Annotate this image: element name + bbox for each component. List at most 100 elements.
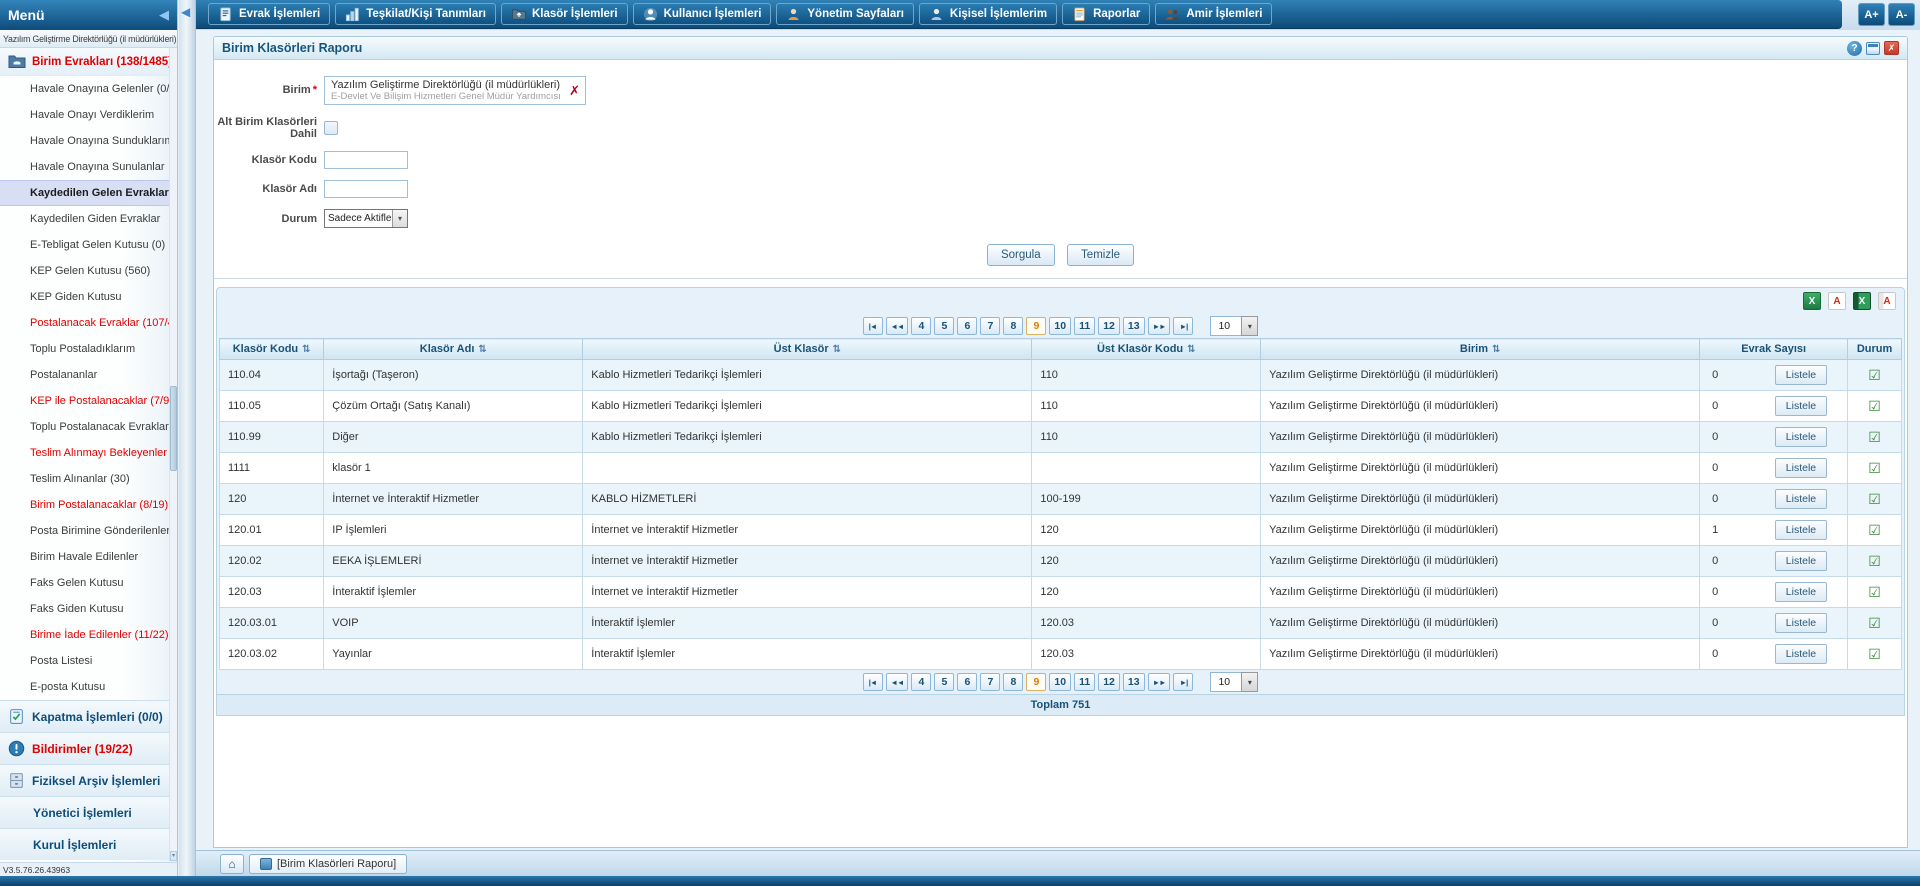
pager-next-button[interactable]: ►► xyxy=(1148,673,1171,691)
alt-birim-checkbox[interactable] xyxy=(324,121,338,135)
sidebar-section[interactable]: Kurul İşlemleri xyxy=(0,828,177,860)
pager-page-button[interactable]: 9 xyxy=(1026,317,1046,335)
sidebar-item[interactable]: Teslim Alınanlar (30) xyxy=(0,466,177,492)
export-pdf-icon[interactable]: A xyxy=(1828,292,1846,310)
pager-page-button[interactable]: 10 xyxy=(1049,317,1071,335)
pager-page-button[interactable]: 11 xyxy=(1074,317,1095,335)
sidebar-scrollbar-thumb[interactable] xyxy=(170,386,177,471)
export-excel-all-icon[interactable]: X xyxy=(1853,292,1871,310)
sidebar-item[interactable]: Postalanacak Evraklar (107/402) xyxy=(0,310,177,336)
sidebar-item[interactable]: Kaydedilen Giden Evraklar xyxy=(0,206,177,232)
pager-page-button[interactable]: 6 xyxy=(957,317,977,335)
sort-icon[interactable]: ⇅ xyxy=(833,344,841,355)
sidebar-item[interactable]: Birim Postalanacaklar (8/19) xyxy=(0,492,177,518)
pager-page-button[interactable]: 4 xyxy=(911,673,931,691)
sidebar-item[interactable]: Posta Birimine Gönderilenler xyxy=(0,518,177,544)
pager-prev-button[interactable]: ◄◄ xyxy=(886,317,909,335)
sidebar-section[interactable]: Fiziksel Arşiv İşlemleri xyxy=(0,764,177,796)
export-pdf-all-icon[interactable]: A xyxy=(1878,292,1896,310)
sidebar-root-birim-evraklari[interactable]: Birim Evrakları (138/1485) xyxy=(0,48,177,76)
page-size-select[interactable]: 10▾ xyxy=(1210,316,1258,336)
sidebar-section[interactable]: Yönetici İşlemleri xyxy=(0,796,177,828)
listele-button[interactable]: Listele xyxy=(1775,644,1827,664)
menu-collapse-icon[interactable]: ◀ xyxy=(159,7,169,23)
scroll-down-icon[interactable]: ▾ xyxy=(170,851,177,861)
home-icon[interactable]: ⌂ xyxy=(220,854,244,874)
birim-field[interactable]: Yazılım Geliştirme Direktörlüğü (il müdü… xyxy=(324,76,586,105)
pager-first-button[interactable]: |◄ xyxy=(863,673,883,691)
sidebar-item[interactable]: E-Tebligat Gelen Kutusu (0) xyxy=(0,232,177,258)
pager-page-button[interactable]: 8 xyxy=(1003,673,1023,691)
sidebar-item[interactable]: Birim Havale Edilenler xyxy=(0,544,177,570)
sidebar-item[interactable]: Havale Onayına Gelenler (0/0) xyxy=(0,76,177,102)
pager-page-button[interactable]: 7 xyxy=(980,317,1000,335)
sidebar-item[interactable]: Birime İade Edilenler (11/22) xyxy=(0,622,177,648)
sidebar-item[interactable]: Posta Listesi xyxy=(0,648,177,674)
pager-page-button[interactable]: 5 xyxy=(934,673,954,691)
pager-page-button[interactable]: 6 xyxy=(957,673,977,691)
pager-prev-button[interactable]: ◄◄ xyxy=(886,673,909,691)
font-decrease-button[interactable]: A- xyxy=(1888,3,1915,26)
pager-last-button[interactable]: ►| xyxy=(1173,317,1193,335)
pager-last-button[interactable]: ►| xyxy=(1173,673,1193,691)
pager-first-button[interactable]: |◄ xyxy=(863,317,883,335)
sidebar-item[interactable]: Faks Gelen Kutusu xyxy=(0,570,177,596)
sort-icon[interactable]: ⇅ xyxy=(1492,344,1500,355)
page-size-select[interactable]: 10▾ xyxy=(1210,672,1258,692)
toolbar-tab[interactable]: Kullanıcı İşlemleri xyxy=(633,3,772,25)
export-excel-icon[interactable]: X xyxy=(1803,292,1821,310)
pager-page-button[interactable]: 9 xyxy=(1026,673,1046,691)
column-header[interactable]: Klasör Adı⇅ xyxy=(324,339,583,360)
sidebar-item[interactable]: Havale Onayına Sunulanlar xyxy=(0,154,177,180)
pager-page-button[interactable]: 11 xyxy=(1074,673,1095,691)
pager-page-button[interactable]: 10 xyxy=(1049,673,1071,691)
pager-page-button[interactable]: 5 xyxy=(934,317,954,335)
sidebar-item[interactable]: Postalananlar xyxy=(0,362,177,388)
durum-select[interactable]: Sadece Aktifler ▾ xyxy=(324,209,408,228)
listele-button[interactable]: Listele xyxy=(1775,458,1827,478)
toolbar-tab[interactable]: Evrak İşlemleri xyxy=(208,3,330,25)
listele-button[interactable]: Listele xyxy=(1775,582,1827,602)
pager-page-button[interactable]: 12 xyxy=(1098,317,1120,335)
listele-button[interactable]: Listele xyxy=(1775,427,1827,447)
sidebar-scrollbar[interactable]: ▾ xyxy=(169,48,177,861)
listele-button[interactable]: Listele xyxy=(1775,520,1827,540)
sidebar-section[interactable]: Kapatma İşlemleri (0/0) xyxy=(0,700,177,732)
window-icon[interactable] xyxy=(1866,42,1880,55)
toolbar-tab[interactable]: Teşkilat/Kişi Tanımları xyxy=(335,3,496,25)
sidebar-item[interactable]: KEP ile Postalanacaklar (7/99) xyxy=(0,388,177,414)
listele-button[interactable]: Listele xyxy=(1775,551,1827,571)
sort-icon[interactable]: ⇅ xyxy=(478,344,486,355)
sidebar-item[interactable]: KEP Gelen Kutusu (560) xyxy=(0,258,177,284)
listele-button[interactable]: Listele xyxy=(1775,613,1827,633)
close-icon[interactable]: ✗ xyxy=(1884,41,1899,55)
listele-button[interactable]: Listele xyxy=(1775,489,1827,509)
pager-next-button[interactable]: ►► xyxy=(1148,317,1171,335)
listele-button[interactable]: Listele xyxy=(1775,365,1827,385)
toolbar-tab[interactable]: Yönetim Sayfaları xyxy=(776,3,914,25)
column-header[interactable]: Üst Klasör⇅ xyxy=(583,339,1032,360)
column-header[interactable]: Üst Klasör Kodu⇅ xyxy=(1032,339,1261,360)
sidebar-item[interactable]: KEP Giden Kutusu xyxy=(0,284,177,310)
sidebar-item[interactable]: Toplu Postalanacak Evraklar xyxy=(0,414,177,440)
column-header[interactable]: Klasör Kodu⇅ xyxy=(220,339,324,360)
sidebar-item[interactable]: E-posta Kutusu xyxy=(0,674,177,700)
pager-page-button[interactable]: 12 xyxy=(1098,673,1120,691)
font-increase-button[interactable]: A+ xyxy=(1858,3,1885,26)
clear-birim-icon[interactable]: ✗ xyxy=(569,83,580,99)
sidebar-item[interactable]: Toplu Postaladıklarım xyxy=(0,336,177,362)
sidebar-item[interactable]: Teslim Alınmayı Bekleyenler (5/13) xyxy=(0,440,177,466)
sidebar-item[interactable]: Kaydedilen Gelen Evraklar (340) xyxy=(0,180,177,206)
toolbar-tab[interactable]: Klasör İşlemleri xyxy=(501,3,628,25)
sort-icon[interactable]: ⇅ xyxy=(302,344,310,355)
sort-icon[interactable]: ⇅ xyxy=(1187,344,1195,355)
help-icon[interactable]: ? xyxy=(1847,41,1862,56)
pager-page-button[interactable]: 13 xyxy=(1123,317,1145,335)
toolbar-tab[interactable]: Amir İşlemleri xyxy=(1155,3,1272,25)
pager-page-button[interactable]: 13 xyxy=(1123,673,1145,691)
sidebar-item[interactable]: Faks Giden Kutusu xyxy=(0,596,177,622)
klasor-kodu-input[interactable] xyxy=(324,151,408,169)
sidebar-splitter[interactable]: ◀ xyxy=(179,0,196,876)
collapse-sidebar-icon[interactable]: ◀ xyxy=(181,5,190,19)
sidebar-item[interactable]: Havale Onayı Verdiklerim xyxy=(0,102,177,128)
